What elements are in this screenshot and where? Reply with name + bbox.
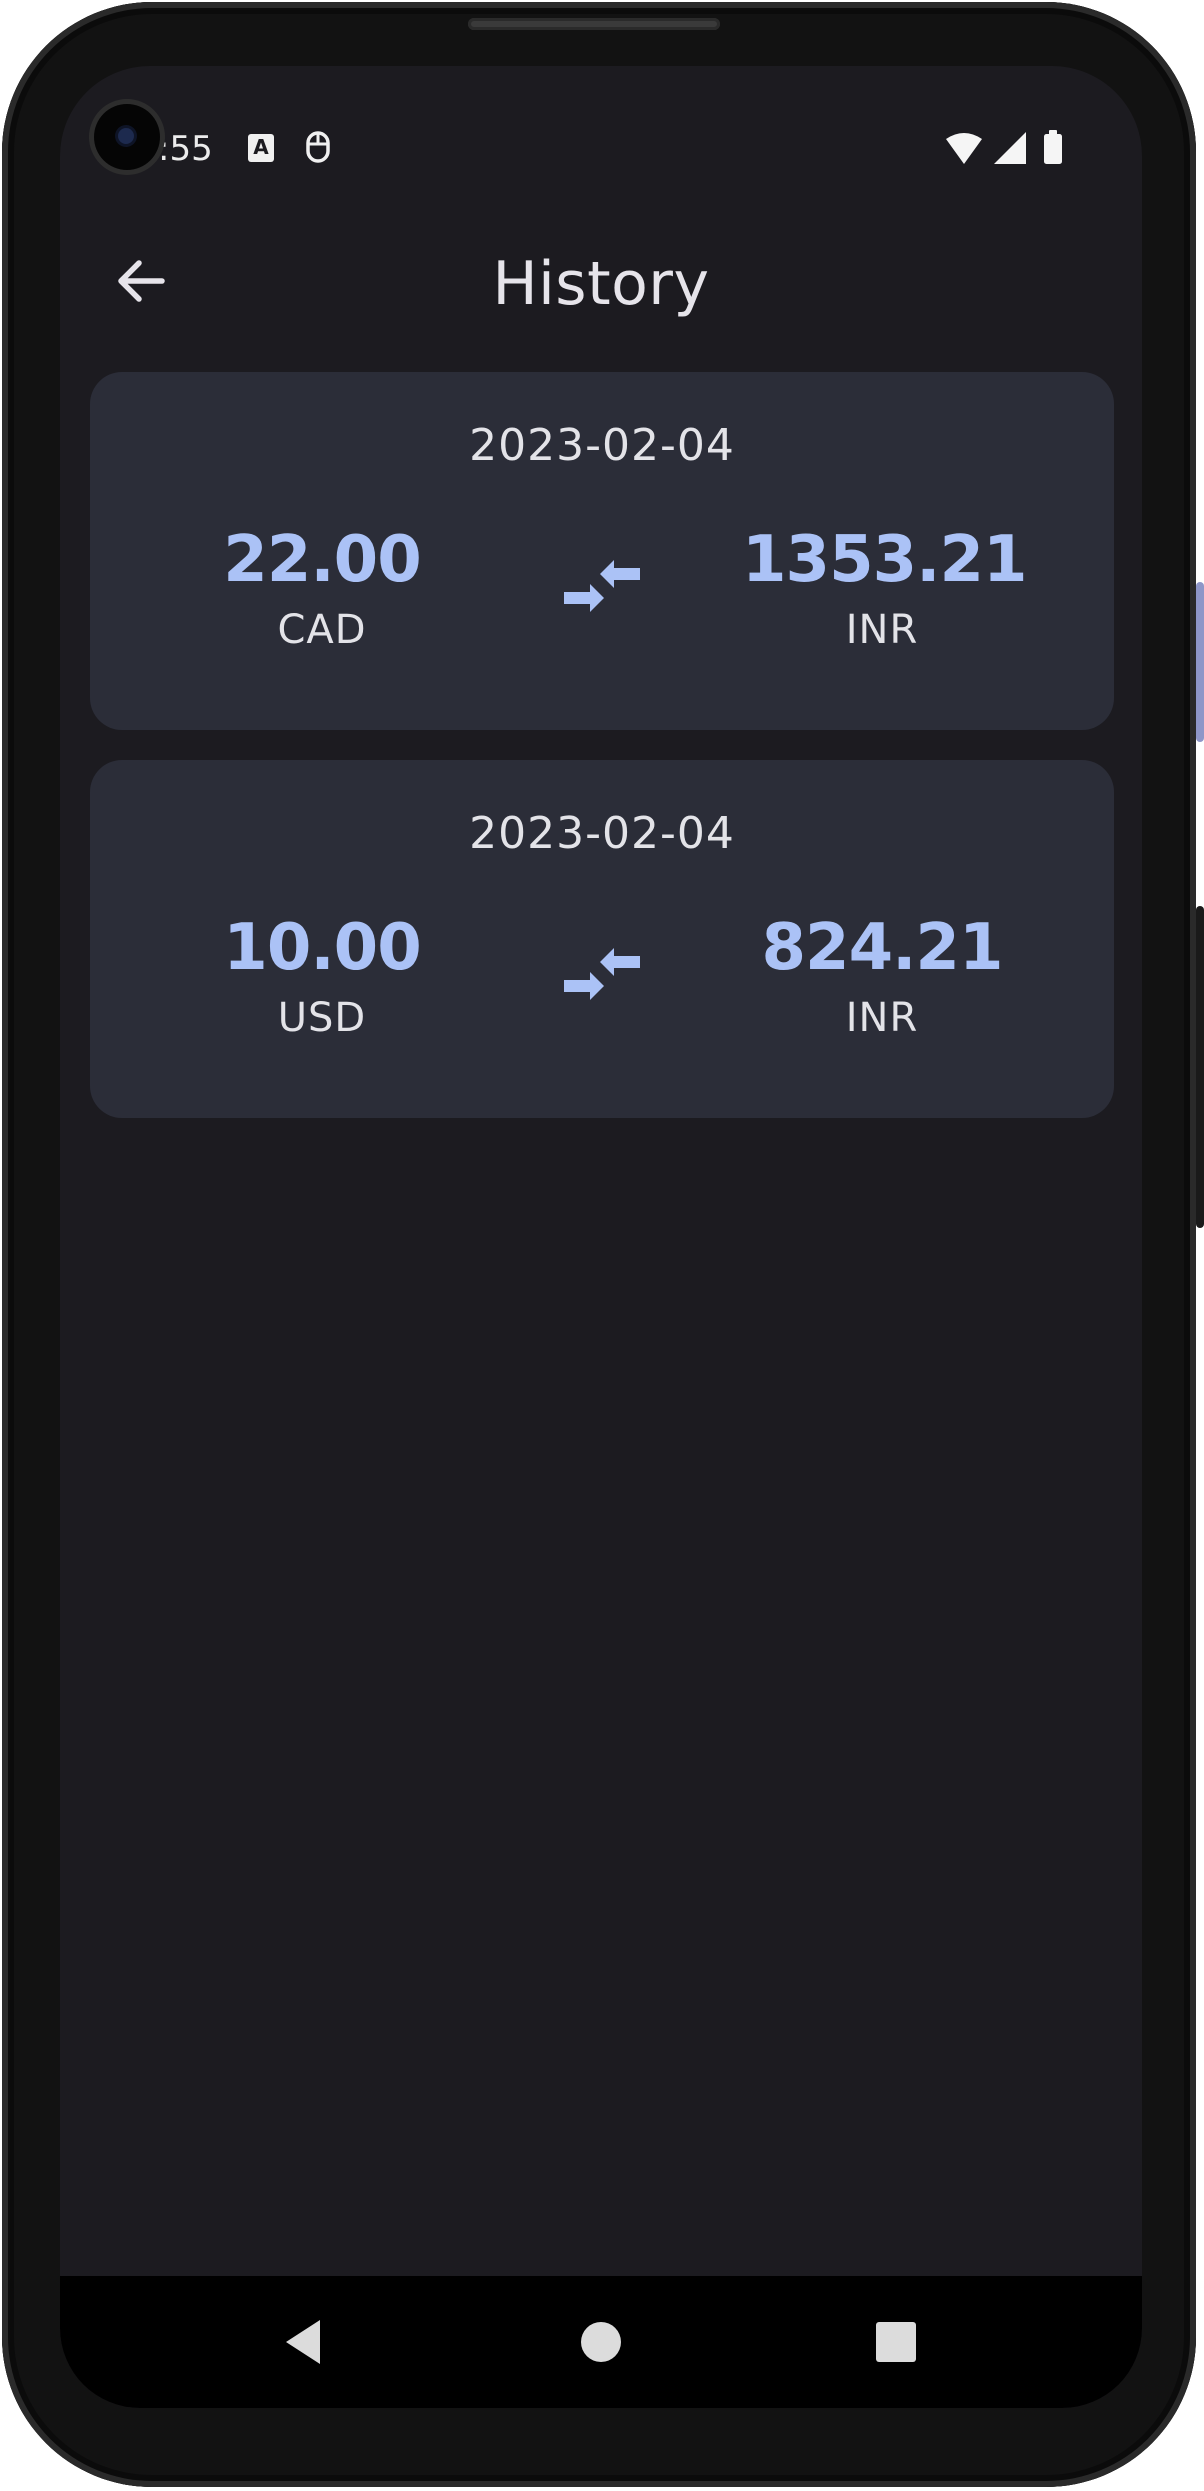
a11y-letter-icon: A (248, 134, 274, 162)
wifi-icon (946, 133, 982, 164)
from-currency: CAD (277, 607, 367, 653)
front-camera (94, 104, 160, 170)
nav-home-circle-icon[interactable] (571, 2312, 631, 2372)
status-indicators (946, 130, 1062, 164)
system-navigation-bar (60, 2276, 1142, 2408)
to-currency: INR (845, 607, 919, 653)
to-amount-block: 1353.21 INR (742, 523, 1028, 653)
screen: :55 A History 2023-02-04 22.00 CAD 1353.… (60, 66, 1142, 2408)
history-date: 2023-02-04 (469, 420, 735, 471)
history-list: 2023-02-04 22.00 CAD 1353.21 INR 2023-02… (90, 372, 1114, 1148)
top-app-bar: History (60, 236, 1142, 326)
battery-icon (1044, 134, 1062, 164)
from-amount: 22.00 (223, 523, 421, 597)
nav-back-triangle-icon[interactable] (278, 2312, 338, 2372)
mouse-icon (306, 131, 330, 163)
a11y-letter: A (253, 135, 269, 159)
volume-button (1196, 582, 1204, 742)
from-amount-block: 22.00 CAD (182, 528, 462, 650)
to-amount: 824.21 (761, 911, 1004, 985)
earpiece-speaker (468, 18, 720, 30)
to-amount-block: 824.21 INR (742, 916, 1022, 1038)
history-date: 2023-02-04 (469, 808, 735, 859)
from-amount: 10.00 (223, 911, 421, 985)
power-button (1196, 906, 1204, 1228)
cellular-signal-icon (994, 132, 1026, 164)
compare-arrows-icon (564, 560, 640, 612)
status-time: :55 (158, 129, 213, 169)
status-bar: :55 A (60, 66, 1142, 170)
history-card[interactable]: 2023-02-04 10.00 USD 824.21 INR (90, 760, 1114, 1118)
from-currency: USD (277, 995, 367, 1041)
from-amount-block: 10.00 USD (182, 916, 462, 1038)
history-card[interactable]: 2023-02-04 22.00 CAD 1353.21 INR (90, 372, 1114, 730)
nav-recents-square-icon[interactable] (866, 2312, 926, 2372)
to-amount: 1353.21 (742, 523, 1028, 597)
to-currency: INR (845, 995, 919, 1041)
page-title: History (492, 249, 710, 319)
compare-arrows-icon (564, 948, 640, 1000)
